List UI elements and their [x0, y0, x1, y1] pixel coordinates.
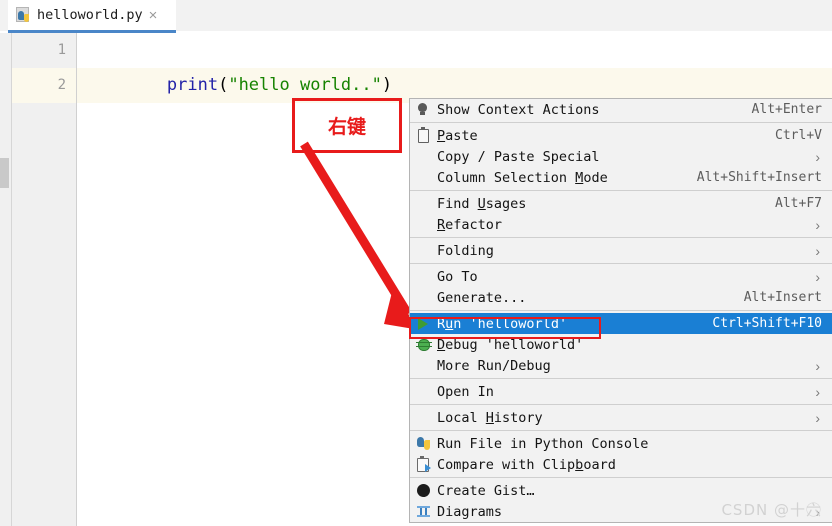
chevron-right-icon: ›	[815, 216, 820, 233]
menu-item-create-gist[interactable]: Create Gist…	[410, 480, 832, 501]
menu-item-no-icon	[414, 268, 432, 286]
clipboard-paste-icon	[414, 126, 432, 145]
menu-item-label: Folding	[437, 242, 494, 259]
annotation-label: 右键	[327, 116, 366, 138]
code-token-close-paren: )	[381, 75, 393, 95]
menu-item-shortcut: Alt+Enter	[751, 102, 822, 117]
menu-item-no-icon	[414, 242, 432, 260]
pycharm-editor-window: helloworld.py × 1 2 print("hello world..…	[0, 0, 832, 526]
compare-clipboard-icon	[414, 455, 432, 474]
menu-item-find-usages[interactable]: Find Usages Alt+F7	[410, 193, 832, 214]
menu-item-no-icon	[414, 357, 432, 375]
menu-separator	[410, 477, 832, 478]
menu-item-no-icon	[414, 195, 432, 213]
close-icon[interactable]: ×	[149, 8, 158, 23]
run-item-highlight-box	[409, 317, 601, 339]
menu-item-no-icon	[414, 216, 432, 234]
menu-item-more-run-debug[interactable]: More Run/Debug ›	[410, 355, 832, 376]
scrollbar-thumb[interactable]	[0, 158, 9, 188]
menu-item-shortcut: Alt+Shift+Insert	[696, 170, 822, 185]
menu-separator	[410, 404, 832, 405]
menu-item-paste[interactable]: Paste Ctrl+V	[410, 125, 832, 146]
menu-item-label: Local History	[437, 409, 543, 426]
menu-item-label: Column Selection Mode	[437, 169, 608, 186]
menu-item-copy-paste-special[interactable]: Copy / Paste Special ›	[410, 146, 832, 167]
menu-item-generate[interactable]: Generate... Alt+Insert	[410, 287, 832, 308]
annotation-box: 右键	[292, 98, 402, 153]
chevron-right-icon: ›	[815, 148, 820, 165]
menu-separator	[410, 237, 832, 238]
menu-separator	[410, 310, 832, 311]
menu-item-label: Run File in Python Console	[437, 435, 649, 452]
menu-item-label: Refactor	[437, 216, 503, 233]
github-icon	[414, 482, 432, 500]
python-icon	[414, 435, 432, 453]
chevron-right-icon: ›	[815, 268, 820, 285]
python-file-icon	[16, 7, 32, 23]
chevron-right-icon: ›	[815, 383, 820, 400]
menu-item-go-to[interactable]: Go To ›	[410, 266, 832, 287]
context-menu[interactable]: Show Context Actions Alt+Enter Paste Ctrl+V…	[409, 98, 832, 523]
menu-item-label: Copy / Paste Special	[437, 148, 600, 165]
code-token-function: print	[166, 75, 219, 95]
menu-item-label: Generate...	[437, 289, 527, 306]
code-token-string: "hello world.."	[228, 75, 382, 95]
lightbulb-icon	[414, 101, 432, 119]
editor-tab-helloworld[interactable]: helloworld.py ×	[8, 0, 176, 30]
line-number-2: 2	[57, 77, 66, 93]
menu-separator	[410, 122, 832, 123]
menu-item-label: Create Gist…	[437, 482, 535, 499]
line-number-gutter: 1 2	[12, 33, 77, 526]
menu-item-no-icon	[414, 169, 432, 187]
csdn-watermark: CSDN @十六⃝	[721, 501, 822, 519]
chevron-right-icon: ›	[815, 357, 820, 374]
menu-separator	[410, 263, 832, 264]
chevron-right-icon: ›	[815, 242, 820, 259]
menu-item-label: More Run/Debug	[437, 357, 551, 374]
menu-separator	[410, 378, 832, 379]
left-scroll-strip[interactable]	[0, 33, 12, 526]
menu-item-shortcut: Alt+Insert	[743, 290, 822, 305]
menu-item-refactor[interactable]: Refactor ›	[410, 214, 832, 235]
menu-item-column-selection-mode[interactable]: Column Selection Mode Alt+Shift+Insert	[410, 167, 832, 188]
code-line-1: print("hello world..")	[85, 33, 392, 95]
menu-item-no-icon	[414, 148, 432, 166]
menu-item-local-history[interactable]: Local History ›	[410, 407, 832, 428]
tab-filename-label: helloworld.py	[37, 7, 143, 23]
menu-item-label: Open In	[437, 383, 494, 400]
menu-item-open-in[interactable]: Open In ›	[410, 381, 832, 402]
menu-item-label: Go To	[437, 268, 478, 285]
code-token-open-paren: (	[218, 75, 229, 95]
menu-item-shortcut: Ctrl+Shift+F10	[712, 316, 822, 331]
menu-item-label: Compare with Clipboard	[437, 456, 616, 473]
editor-tab-bar: helloworld.py ×	[0, 0, 832, 33]
menu-item-compare-with-clipboard[interactable]: Compare with Clipboard	[410, 454, 832, 475]
menu-item-show-context-actions[interactable]: Show Context Actions Alt+Enter	[410, 99, 832, 120]
menu-item-folding[interactable]: Folding ›	[410, 240, 832, 261]
menu-item-label: Paste	[437, 127, 478, 144]
menu-item-label: Find Usages	[437, 195, 527, 212]
menu-item-no-icon	[414, 383, 432, 401]
menu-item-label: Show Context Actions	[437, 101, 600, 118]
menu-item-shortcut: Ctrl+V	[775, 128, 822, 143]
menu-item-no-icon	[414, 409, 432, 427]
menu-item-no-icon	[414, 289, 432, 307]
line-number-1: 1	[57, 42, 66, 58]
menu-item-shortcut: Alt+F7	[775, 196, 822, 211]
diagrams-icon	[414, 503, 432, 521]
menu-item-run-file-in-python-console[interactable]: Run File in Python Console	[410, 433, 832, 454]
menu-separator	[410, 190, 832, 191]
menu-separator	[410, 430, 832, 431]
chevron-right-icon: ›	[815, 409, 820, 426]
